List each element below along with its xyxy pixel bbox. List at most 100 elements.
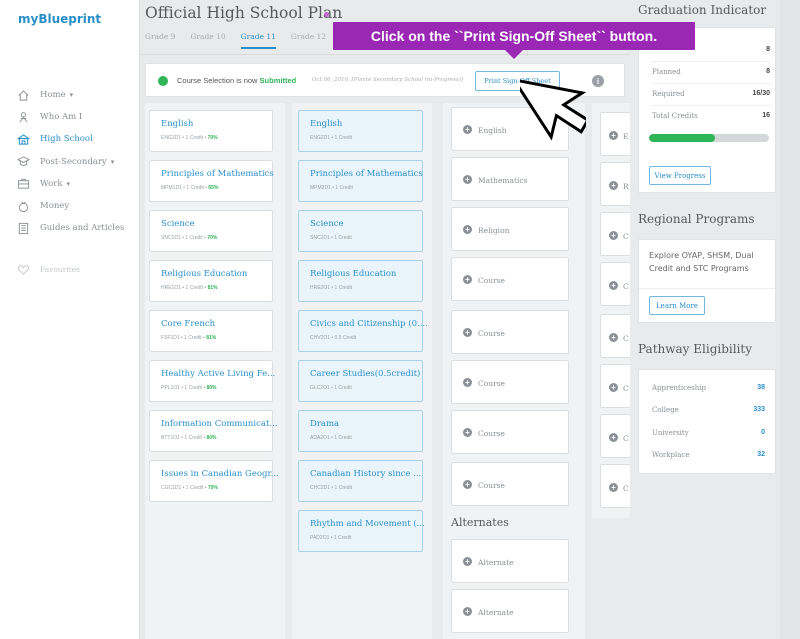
slot-label: English [478,126,507,135]
tab-grade-11[interactable]: Grade 11 [240,32,276,49]
pathway-row-college[interactable]: College 333 [652,406,765,414]
divider [639,288,775,289]
sidebar-item-post-secondary[interactable]: Post-Secondary ▾ [16,151,138,173]
course-card[interactable]: Information Communicat... BTT1O1 • 1 Cred… [149,410,277,452]
add-course-slot[interactable]: + C [600,212,630,256]
course-name: Science [161,219,195,229]
view-progress-button[interactable]: View Progress [649,166,711,185]
add-course-slot[interactable]: + C [600,364,630,408]
add-alternate-slot[interactable]: + Alternate [451,539,569,583]
sidebar-item-label: Home [40,90,66,101]
add-course-slot[interactable]: + Course [451,410,569,454]
course-card[interactable]: Science SNC2D1 • 1 Credit [298,210,423,252]
instruction-tooltip: Click on the ``Print Sign-Off Sheet`` bu… [333,22,695,50]
plus-icon: + [609,333,618,342]
tab-grade-9[interactable]: Grade 9 [145,32,175,49]
course-card[interactable]: Science SNC1D1 • 1 Credit • 70% [149,210,273,252]
sidebar-item-who-am-i[interactable]: Who Am I [16,106,138,128]
sidebar-item-money[interactable]: Money [16,195,138,217]
course-meta: SNC1D1 • 1 Credit • 70% [161,235,218,241]
add-alternate-slot[interactable]: + Alternate [451,589,569,633]
course-card[interactable]: Issues in Canadian Geogr... CGC1D1 • 1 Cr… [149,460,279,502]
graduation-progress-bar [649,134,769,142]
mouse-pointer-icon [510,68,590,179]
sidebar-item-label: Work [40,178,63,189]
home-icon [16,88,30,102]
sidebar-item-high-school[interactable]: High School [16,128,138,150]
course-card[interactable]: Rhythm and Movement (... PAD2O1 • 1 Credi… [298,510,425,552]
add-course-slot[interactable]: + Course [451,310,569,354]
course-card[interactable]: Civics and Citizenship (0.... CHV2O1 • 0.… [298,310,428,352]
course-card[interactable]: Religious Education HRE1O1 • 1 Credit • 8… [149,260,273,302]
course-card[interactable]: Principles of Mathematics MPM1D1 • 1 Cred… [149,160,274,202]
tab-grade-10[interactable]: Grade 10 [190,32,225,49]
course-card[interactable]: Canadian History since ... CHC2D1 • 1 Cre… [298,460,423,502]
pathway-row-workplace[interactable]: Workplace 32 [652,451,765,459]
course-card[interactable]: Healthy Active Living Fe... PPL1O1 • 1 Cr… [149,360,275,402]
course-card[interactable]: English ENG2D1 • 1 Credit [298,110,423,152]
chevron-down-icon: ▾ [66,179,71,188]
course-name: Career Studies(0.5credit) [310,369,421,379]
learn-more-button[interactable]: Learn More [649,296,705,315]
course-name: Rhythm and Movement (... [310,519,425,529]
plus-icon: + [463,275,472,284]
sidebar-item-favourites[interactable]: Favourites [16,262,80,276]
chevron-down-icon: ▾ [69,91,74,100]
course-name: Canadian History since ... [310,469,422,479]
sidebar-item-guides[interactable]: Guides and Articles [16,217,138,239]
divider [652,61,770,62]
course-name: Drama [310,419,340,429]
course-meta: ENG1D1 • 1 Credit • 70% [161,135,218,141]
course-name: Issues in Canadian Geogr... [161,469,279,479]
slot-label: C [623,232,629,241]
add-course-slot[interactable]: + C [600,314,630,358]
add-course-slot[interactable]: + R [600,162,630,206]
add-course-slot[interactable]: + Course [451,257,569,301]
course-meta: ENG2D1 • 1 Credit [310,135,353,141]
course-card[interactable]: English ENG1D1 • 1 Credit • 70% [149,110,273,152]
pathway-row-apprenticeship[interactable]: Apprenticeship 38 [652,384,765,392]
course-meta: PAD2O1 • 1 Credit [310,535,352,541]
sidebar-item-label: Post-Secondary [40,156,107,167]
page-scrollbar[interactable] [780,0,800,639]
app-logo[interactable]: myBlueprint [18,12,101,26]
plus-icon: + [463,225,472,234]
header-divider [140,54,630,55]
add-course-slot[interactable]: + C [600,464,630,508]
course-card[interactable]: Core French FSF1D1 • 1 Credit • 81% [149,310,273,352]
sidebar-item-label: High School [40,134,93,145]
add-course-slot[interactable]: + Course [451,462,569,506]
course-card[interactable]: Career Studies(0.5credit) GLC2O1 • 1 Cred… [298,360,423,402]
book-icon [16,221,30,235]
plus-icon: + [609,483,618,492]
plus-icon: + [463,607,472,616]
grad-row: Total Credits 16 [652,112,770,120]
add-course-slot[interactable]: + E [600,112,630,156]
person-icon [16,110,30,124]
info-icon[interactable]: i [592,75,604,87]
plus-icon: + [463,125,472,134]
title-indicator-dot [324,12,329,17]
tab-grade-12[interactable]: Grade 12 [291,32,326,49]
course-name: English [161,119,194,129]
sidebar-item-home[interactable]: Home ▾ [16,84,138,106]
course-card[interactable]: Drama ADA2O1 • 1 Credit [298,410,423,452]
regional-programs-title: Regional Programs [638,212,755,226]
sidebar-item-label: Who Am I [40,112,83,123]
status-date: Oct 06, 2016, [Pinxte Secondary School (… [312,77,464,83]
add-course-slot[interactable]: + Course [451,360,569,404]
slot-label: Course [478,276,505,285]
sidebar-item-work[interactable]: Work ▾ [16,173,138,195]
grad-cap-icon [16,155,30,169]
course-meta: SNC2D1 • 1 Credit [310,235,352,241]
course-card[interactable]: Principles of Mathematics MPM2D1 • 1 Cred… [298,160,423,202]
pathway-row-university[interactable]: University 0 [652,429,765,437]
pathway-eligibility-card: Apprenticeship 38 College 333 University 0 … [638,369,776,474]
add-course-slot-religion[interactable]: + Religion [451,207,569,251]
add-course-slot[interactable]: + C [600,414,630,458]
plus-icon: + [609,433,618,442]
add-course-slot[interactable]: + C [600,262,630,306]
course-card[interactable]: Religious Education HRE2O1 • 1 Credit [298,260,423,302]
school-icon [16,132,30,146]
course-name: Religious Education [310,269,397,279]
